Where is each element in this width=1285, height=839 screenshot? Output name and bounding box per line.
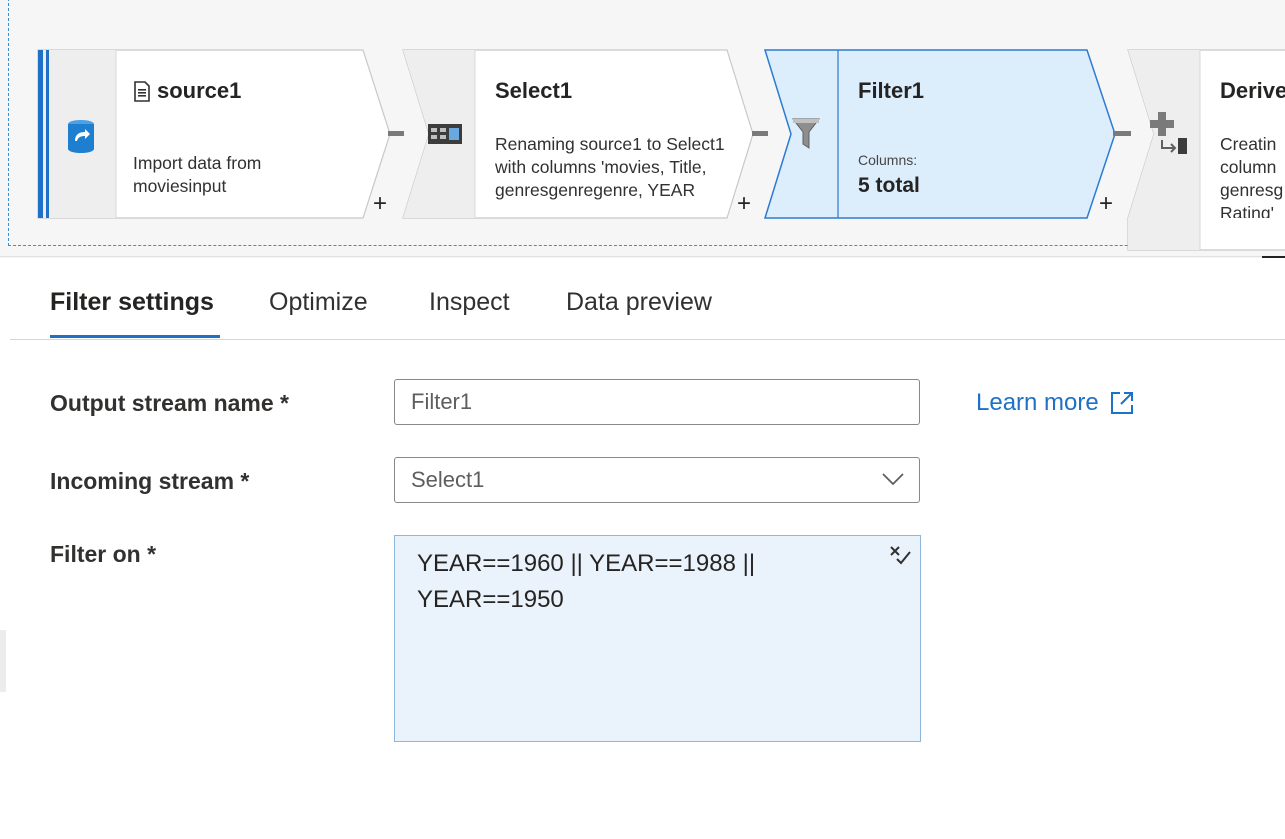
node-source1[interactable]: source1 Import data from moviesinput + xyxy=(37,49,398,219)
tab-optimize[interactable]: Optimize xyxy=(269,288,368,317)
node-description: Import data from moviesinput xyxy=(133,153,262,196)
left-scroll-rail xyxy=(0,630,6,692)
node-derive[interactable]: Derive Creatin column genresg Rating' xyxy=(1127,49,1285,251)
external-link-icon xyxy=(1110,392,1133,414)
node-select1[interactable]: Select1 Renaming source1 to Select1 with… xyxy=(402,49,763,219)
file-icon xyxy=(133,80,151,102)
source-icon xyxy=(64,118,98,154)
add-transform-button[interactable]: + xyxy=(1099,192,1113,216)
filter-on-label: Filter on * xyxy=(50,541,157,567)
settings-tabs: Filter settings Optimize Inspect Data pr… xyxy=(10,258,1285,340)
expression-line: YEAR==1960 || YEAR==1988 || xyxy=(417,550,756,577)
output-stream-input[interactable]: Filter1 xyxy=(394,379,920,425)
filter-expression-editor[interactable]: YEAR==1960 || YEAR==1988 || YEAR==1950 xyxy=(394,535,921,742)
canvas-divider xyxy=(0,256,1285,257)
columns-label: Columns: xyxy=(858,152,918,168)
incoming-stream-label: Incoming stream * xyxy=(50,468,250,494)
filter-expression[interactable]: YEAR==1960 || YEAR==1988 || YEAR==1950 xyxy=(417,546,837,618)
output-stream-label: Output stream name * xyxy=(50,390,289,416)
node-title: Derive xyxy=(1220,78,1285,103)
columns-count: 5 total xyxy=(858,174,920,197)
node-title: source1 xyxy=(157,78,242,103)
connector-line xyxy=(388,131,404,136)
incoming-stream-select[interactable]: Select1 xyxy=(394,457,920,503)
node-title: Select1 xyxy=(495,78,573,103)
expression-line: YEAR==1950 xyxy=(417,586,564,613)
node-title: Filter1 xyxy=(858,78,925,103)
learn-more-label: Learn more xyxy=(976,389,1099,416)
active-tab-indicator xyxy=(50,335,220,338)
node-filter1[interactable]: Filter1 Columns: 5 total + xyxy=(763,49,1125,219)
expression-valid-icon xyxy=(890,546,911,565)
tabs-divider xyxy=(10,339,1285,340)
funnel-icon xyxy=(791,116,821,152)
node-description: Renaming source1 to Select1 with columns… xyxy=(495,134,725,200)
tab-data-preview[interactable]: Data preview xyxy=(566,288,712,317)
node-description: Creatin column genresg Rating' xyxy=(1220,134,1284,218)
dataflow-canvas[interactable]: source1 Import data from moviesinput + S… xyxy=(0,0,1285,258)
derived-column-icon xyxy=(1150,110,1190,156)
tab-inspect[interactable]: Inspect xyxy=(429,288,510,317)
incoming-stream-value: Select1 xyxy=(411,467,485,492)
learn-more-link[interactable]: Learn more xyxy=(976,389,1135,417)
add-transform-button[interactable]: + xyxy=(373,192,387,216)
add-transform-button[interactable]: + xyxy=(737,192,751,216)
select-columns-icon xyxy=(427,122,463,146)
tab-filter-settings[interactable]: Filter settings xyxy=(50,288,214,317)
chevron-down-icon xyxy=(882,473,904,486)
